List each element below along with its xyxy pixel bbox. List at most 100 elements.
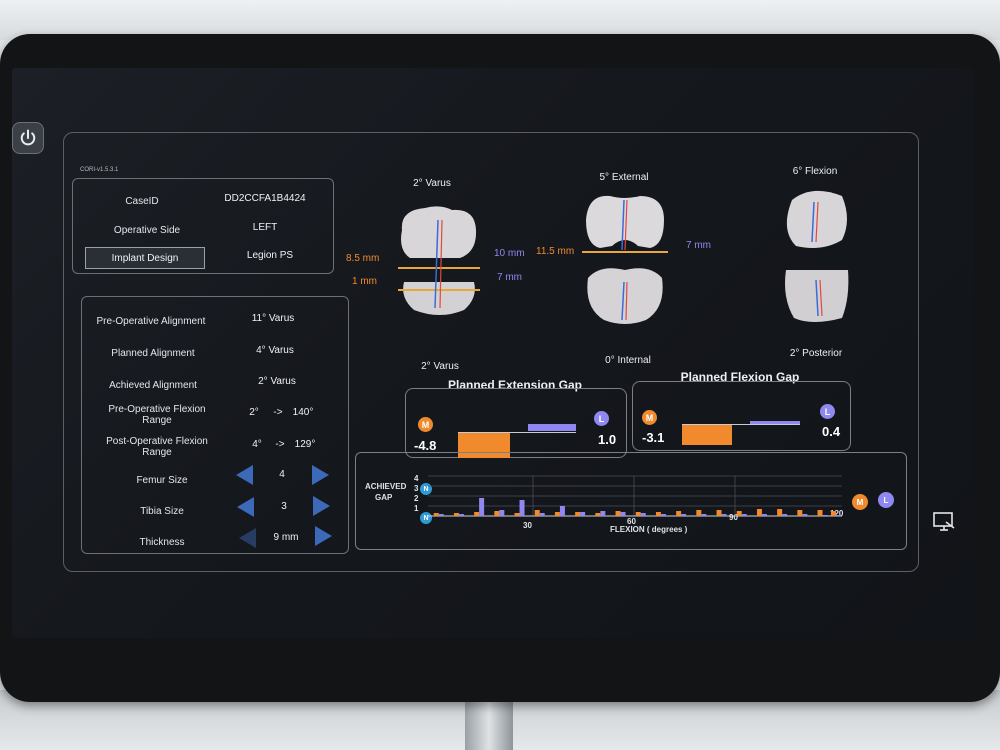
post-op-flexion-label: Post-Operative Flexion Range xyxy=(106,436,208,458)
version-label: CORI-v1.5.3.1 xyxy=(80,167,119,173)
power-icon xyxy=(20,129,36,146)
medial-gap-bar xyxy=(534,510,540,516)
medial-gap-bar xyxy=(655,512,661,516)
medial-gap-bar xyxy=(514,513,520,516)
lateral-gap-bar xyxy=(600,511,606,516)
tibia-size-decrease-button[interactable] xyxy=(237,497,254,517)
medial-gap-bar xyxy=(736,511,742,516)
femur-size-increase-button[interactable] xyxy=(312,465,329,485)
implant-design-label: Implant Design xyxy=(111,252,179,264)
case-id-label: CaseID xyxy=(125,196,159,207)
pre-op-flexion-to: 140° xyxy=(292,407,314,418)
lateral-gap-bar xyxy=(580,512,586,516)
extension-medial-badge: M xyxy=(418,417,433,432)
lateral-gap-bar xyxy=(519,500,525,516)
tibia-size-increase-button[interactable] xyxy=(313,496,330,516)
medial-gap-bar xyxy=(474,512,480,516)
tibia-size-value: 3 xyxy=(281,501,287,512)
x-tick-label: 30 xyxy=(523,521,532,530)
medial-extension-measure: 8.5 mm xyxy=(346,253,380,264)
lateral-gap-bar xyxy=(479,498,485,516)
flexion-lateral-value: 0.4 xyxy=(822,424,841,439)
implant-design-value: Legion PS xyxy=(246,250,294,261)
flexion-medial-value: -3.1 xyxy=(642,430,665,445)
medial-gap-bar xyxy=(615,511,621,516)
medial-gap-bar xyxy=(756,509,762,516)
medial-gap-bar xyxy=(817,510,823,516)
achieved-gap-chart xyxy=(428,475,842,517)
thickness-decrease-button[interactable] xyxy=(239,528,256,548)
axial-bottom-label: 0° Internal xyxy=(605,355,651,366)
medial-gap-bar xyxy=(433,513,439,516)
lateral-gap-bar xyxy=(836,515,841,516)
post-op-flexion-from: 4° xyxy=(252,439,262,450)
lateral-gap-bar xyxy=(802,514,808,516)
medial-gap-bar xyxy=(554,512,560,516)
thickness-increase-button[interactable] xyxy=(315,526,332,546)
medial-gap-bar xyxy=(635,512,641,516)
post-op-flexion-arrow: -> xyxy=(275,439,285,450)
lateral-gap-bar xyxy=(681,514,687,516)
pre-op-flexion-label: Pre-Operative Flexion Range xyxy=(108,404,206,426)
lateral-gap-bar xyxy=(701,514,707,516)
achieved-alignment-label: Achieved Alignment xyxy=(109,380,197,391)
lateral-gap-bar xyxy=(458,514,464,516)
femur-size-decrease-button[interactable] xyxy=(236,465,253,485)
pre-op-flexion-from: 2° xyxy=(249,407,259,418)
lateral-gap-bar xyxy=(539,513,545,516)
lateral-gap-bar xyxy=(782,514,788,516)
achieved-gap-title-line1: ACHIEVED xyxy=(365,482,407,491)
thickness-label: Thickness xyxy=(139,537,185,548)
medial-gap-bar xyxy=(595,513,601,516)
pre-op-flexion-arrow: -> xyxy=(273,407,283,418)
sagittal-bottom-label: 2° Posterior xyxy=(789,348,843,359)
axial-medial-measure: 11.5 mm xyxy=(536,246,575,257)
medial-gap-bar xyxy=(797,510,803,516)
medial-gap-bar xyxy=(575,512,581,516)
femur-size-value: 4 xyxy=(279,469,285,480)
thickness-value: 9 mm xyxy=(273,532,299,543)
extension-lateral-badge: L xyxy=(594,411,609,426)
lateral-extension-measure: 10 mm xyxy=(494,248,525,259)
lateral-gap-bar xyxy=(822,515,828,516)
axial-top-label: 5° External xyxy=(599,172,649,183)
chart-medial-legend-badge: M xyxy=(852,494,868,510)
lateral-gap-bar xyxy=(660,514,666,516)
medial-gap-bar xyxy=(494,511,500,516)
y-tick-label: 3 xyxy=(414,484,419,493)
flexion-lateral-bar xyxy=(750,421,800,424)
extension-lateral-value: 1.0 xyxy=(598,432,617,447)
coronal-knee-view xyxy=(398,206,480,315)
chart-lateral-legend-badge: L xyxy=(878,492,894,508)
extension-medial-value: -4.8 xyxy=(414,438,437,453)
medial-gap-bar xyxy=(676,511,682,516)
lateral-gap-bar xyxy=(721,514,727,516)
sagittal-top-label: 6° Flexion xyxy=(792,166,838,177)
y-tick-label: 4 xyxy=(414,474,419,483)
lateral-gap-bar xyxy=(438,514,444,516)
coronal-bottom-label: 2° Varus xyxy=(421,361,459,372)
sagittal-knee-view xyxy=(785,190,849,322)
flexion-lateral-badge: L xyxy=(820,404,835,419)
implant-design-button[interactable]: Implant Design xyxy=(85,247,205,269)
operative-side-label: Operative Side xyxy=(113,225,181,236)
display-settings-icon[interactable] xyxy=(932,510,956,534)
extension-lateral-bar xyxy=(528,424,576,431)
lateral-gap-bar xyxy=(761,514,767,516)
x-axis-label: FLEXION ( degrees ) xyxy=(610,525,688,534)
lateral-gap-bar xyxy=(640,513,646,516)
pre-op-alignment-label: Pre-Operative Alignment xyxy=(96,316,206,327)
flexion-medial-bar xyxy=(682,425,732,445)
medial-gap-bar xyxy=(777,509,783,516)
y-tick-label: 1 xyxy=(414,504,419,513)
medial-gap-bar xyxy=(696,510,702,516)
medial-gap-bar xyxy=(716,510,722,516)
power-button[interactable] xyxy=(12,122,44,154)
lateral-gap-bar xyxy=(499,510,505,516)
planned-alignment-label: Planned Alignment xyxy=(111,348,195,359)
achieved-gap-title-line2: GAP xyxy=(375,493,393,502)
axial-knee-view xyxy=(582,195,668,324)
femur-size-label: Femur Size xyxy=(136,475,188,486)
coronal-top-label: 2° Varus xyxy=(413,178,451,189)
flexion-gap-panel xyxy=(632,381,851,451)
